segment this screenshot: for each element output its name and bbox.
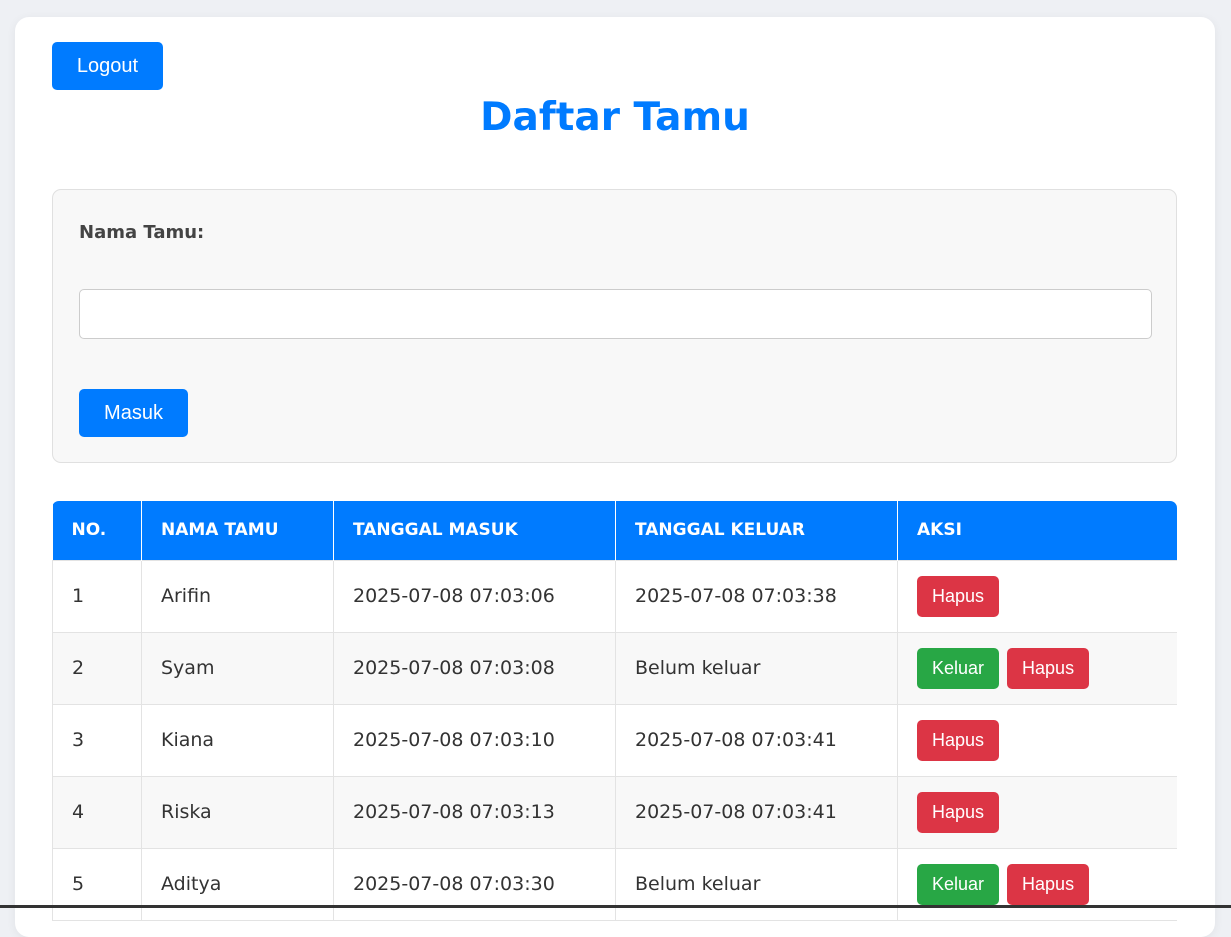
cell-no: 5 <box>52 847 142 921</box>
cell-actions: Keluar Hapus <box>897 631 1177 705</box>
cell-name: Syam <box>141 631 334 705</box>
table-row: 1 Arifin 2025-07-08 07:03:06 2025-07-08 … <box>52 559 1177 633</box>
cell-date-out: Belum keluar <box>615 847 898 921</box>
keluar-button[interactable]: Keluar <box>917 863 1000 905</box>
header-date-out: TANGGAL KELUAR <box>615 501 898 560</box>
cell-name: Riska <box>141 775 334 849</box>
cell-no: 3 <box>52 703 142 777</box>
cell-date-out: Belum keluar <box>615 631 898 705</box>
main-card: Logout Daftar Tamu Nama Tamu: Masuk NO. … <box>15 17 1215 937</box>
cell-date-in: 2025-07-08 07:03:30 <box>333 847 616 921</box>
table-row: 4 Riska 2025-07-08 07:03:13 2025-07-08 0… <box>52 775 1177 849</box>
hapus-button[interactable]: Hapus <box>1007 647 1090 689</box>
cell-date-in: 2025-07-08 07:03:13 <box>333 775 616 849</box>
masuk-button[interactable]: Masuk <box>79 389 188 437</box>
cell-no: 4 <box>52 775 142 849</box>
hapus-button[interactable]: Hapus <box>1007 863 1090 905</box>
logout-button[interactable]: Logout <box>52 42 163 90</box>
cell-no: 2 <box>52 631 142 705</box>
table-row: 5 Aditya 2025-07-08 07:03:30 Belum kelua… <box>52 847 1177 921</box>
guest-name-label: Nama Tamu: <box>79 222 205 243</box>
header-actions: AKSI <box>897 501 1177 560</box>
cell-name: Aditya <box>141 847 334 921</box>
cell-date-out: 2025-07-08 07:03:41 <box>615 703 898 777</box>
cell-name: Kiana <box>141 703 334 777</box>
cell-name: Arifin <box>141 559 334 633</box>
header-date-in: TANGGAL MASUK <box>333 501 616 560</box>
guest-table: NO. NAMA TAMU TANGGAL MASUK TANGGAL KELU… <box>52 501 1177 921</box>
guest-table-wrapper: NO. NAMA TAMU TANGGAL MASUK TANGGAL KELU… <box>52 501 1177 921</box>
guest-form: Nama Tamu: Masuk <box>52 189 1177 463</box>
hapus-button[interactable]: Hapus <box>917 719 1000 761</box>
page-title: Daftar Tamu <box>480 95 750 140</box>
cell-date-in: 2025-07-08 07:03:10 <box>333 703 616 777</box>
cell-date-out: 2025-07-08 07:03:41 <box>615 775 898 849</box>
cell-actions: Hapus <box>897 703 1177 777</box>
cell-no: 1 <box>52 559 142 633</box>
table-row: 3 Kiana 2025-07-08 07:03:10 2025-07-08 0… <box>52 703 1177 777</box>
cell-date-out: 2025-07-08 07:03:38 <box>615 559 898 633</box>
guest-name-input[interactable] <box>79 289 1152 339</box>
cell-actions: Hapus <box>897 559 1177 633</box>
cell-date-in: 2025-07-08 07:03:08 <box>333 631 616 705</box>
header-no: NO. <box>52 501 142 560</box>
hapus-button[interactable]: Hapus <box>917 575 1000 617</box>
hapus-button[interactable]: Hapus <box>917 791 1000 833</box>
table-row: 2 Syam 2025-07-08 07:03:08 Belum keluar … <box>52 631 1177 705</box>
cell-actions: Keluar Hapus <box>897 847 1177 921</box>
keluar-button[interactable]: Keluar <box>917 647 1000 689</box>
cell-actions: Hapus <box>897 775 1177 849</box>
table-header-row: NO. NAMA TAMU TANGGAL MASUK TANGGAL KELU… <box>52 501 1177 560</box>
cell-date-in: 2025-07-08 07:03:06 <box>333 559 616 633</box>
header-name: NAMA TAMU <box>141 501 334 560</box>
